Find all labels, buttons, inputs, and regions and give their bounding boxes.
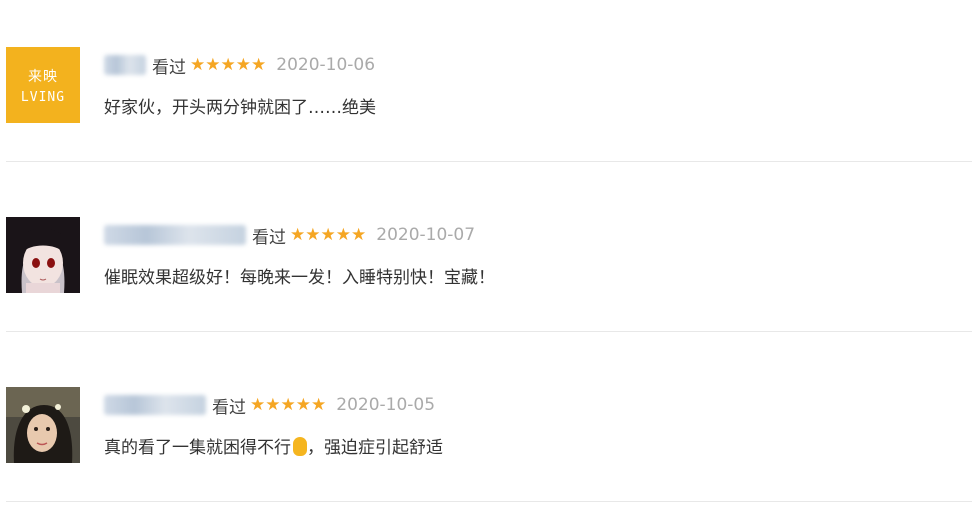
- star-icon: ★: [295, 394, 311, 415]
- avatar-logo-text: 来映: [28, 68, 58, 85]
- watched-label: 看过: [152, 57, 186, 78]
- review-comment: 催眠效果超级好！每晚来一发！入睡特别快！宝藏！: [104, 268, 495, 288]
- anime-girl-avatar-image: [6, 217, 80, 293]
- username-blurred[interactable]: [104, 395, 206, 415]
- review-date: 2020-10-07: [376, 225, 476, 245]
- star-icon: ★: [251, 54, 267, 75]
- review-date: 2020-10-06: [276, 55, 376, 75]
- rating-stars: ★ ★ ★ ★ ★: [290, 224, 367, 245]
- person-avatar-image: [6, 387, 80, 463]
- review-item: 看过 ★ ★ ★ ★ ★ 2020-10-07 催眠效果超级好！每晚来一发！入睡…: [0, 170, 972, 340]
- review-comment: 真的看了一集就困得不行 ，强迫症引起舒适: [104, 433, 443, 458]
- star-icon: ★: [220, 54, 236, 75]
- review-comment-suffix: ，强迫症引起舒适: [307, 438, 443, 458]
- watched-label: 看过: [252, 227, 286, 248]
- review-comment-text: 真的看了一集就困得不行: [104, 438, 291, 458]
- divider: [6, 161, 972, 162]
- avatar[interactable]: 来映 LVING: [6, 47, 80, 123]
- star-icon: ★: [205, 54, 221, 75]
- review-meta: 看过 ★ ★ ★ ★ ★ 2020-10-06: [104, 54, 376, 78]
- review-meta: 看过 ★ ★ ★ ★ ★ 2020-10-05: [104, 394, 436, 418]
- rating-stars: ★ ★ ★ ★ ★: [250, 394, 327, 415]
- hand-emoji-icon: [293, 437, 307, 456]
- avatar-logo-subtext: LVING: [20, 89, 66, 105]
- star-icon: ★: [265, 394, 281, 415]
- star-icon: ★: [351, 224, 367, 245]
- divider: [6, 331, 972, 332]
- star-icon: ★: [320, 224, 336, 245]
- review-item: 来映 LVING 看过 ★ ★ ★ ★ ★ 2020-10-06 好家伙，开头两…: [0, 0, 972, 170]
- username-blurred[interactable]: [104, 225, 246, 245]
- star-icon: ★: [235, 54, 251, 75]
- star-icon: ★: [280, 394, 296, 415]
- star-icon: ★: [290, 224, 306, 245]
- star-icon: ★: [305, 224, 321, 245]
- review-comment: 好家伙，开头两分钟就困了……绝美: [104, 98, 376, 118]
- review-date: 2020-10-05: [336, 395, 436, 415]
- watched-label: 看过: [212, 397, 246, 418]
- divider: [6, 501, 972, 502]
- star-icon: ★: [190, 54, 206, 75]
- avatar[interactable]: [6, 387, 80, 463]
- star-icon: ★: [335, 224, 351, 245]
- review-item: 看过 ★ ★ ★ ★ ★ 2020-10-05 真的看了一集就困得不行 ，强迫症引…: [0, 340, 972, 510]
- review-meta: 看过 ★ ★ ★ ★ ★ 2020-10-07: [104, 224, 476, 248]
- star-icon: ★: [250, 394, 266, 415]
- username-blurred[interactable]: [104, 55, 146, 75]
- avatar[interactable]: [6, 217, 80, 293]
- rating-stars: ★ ★ ★ ★ ★: [190, 54, 267, 75]
- star-icon: ★: [311, 394, 327, 415]
